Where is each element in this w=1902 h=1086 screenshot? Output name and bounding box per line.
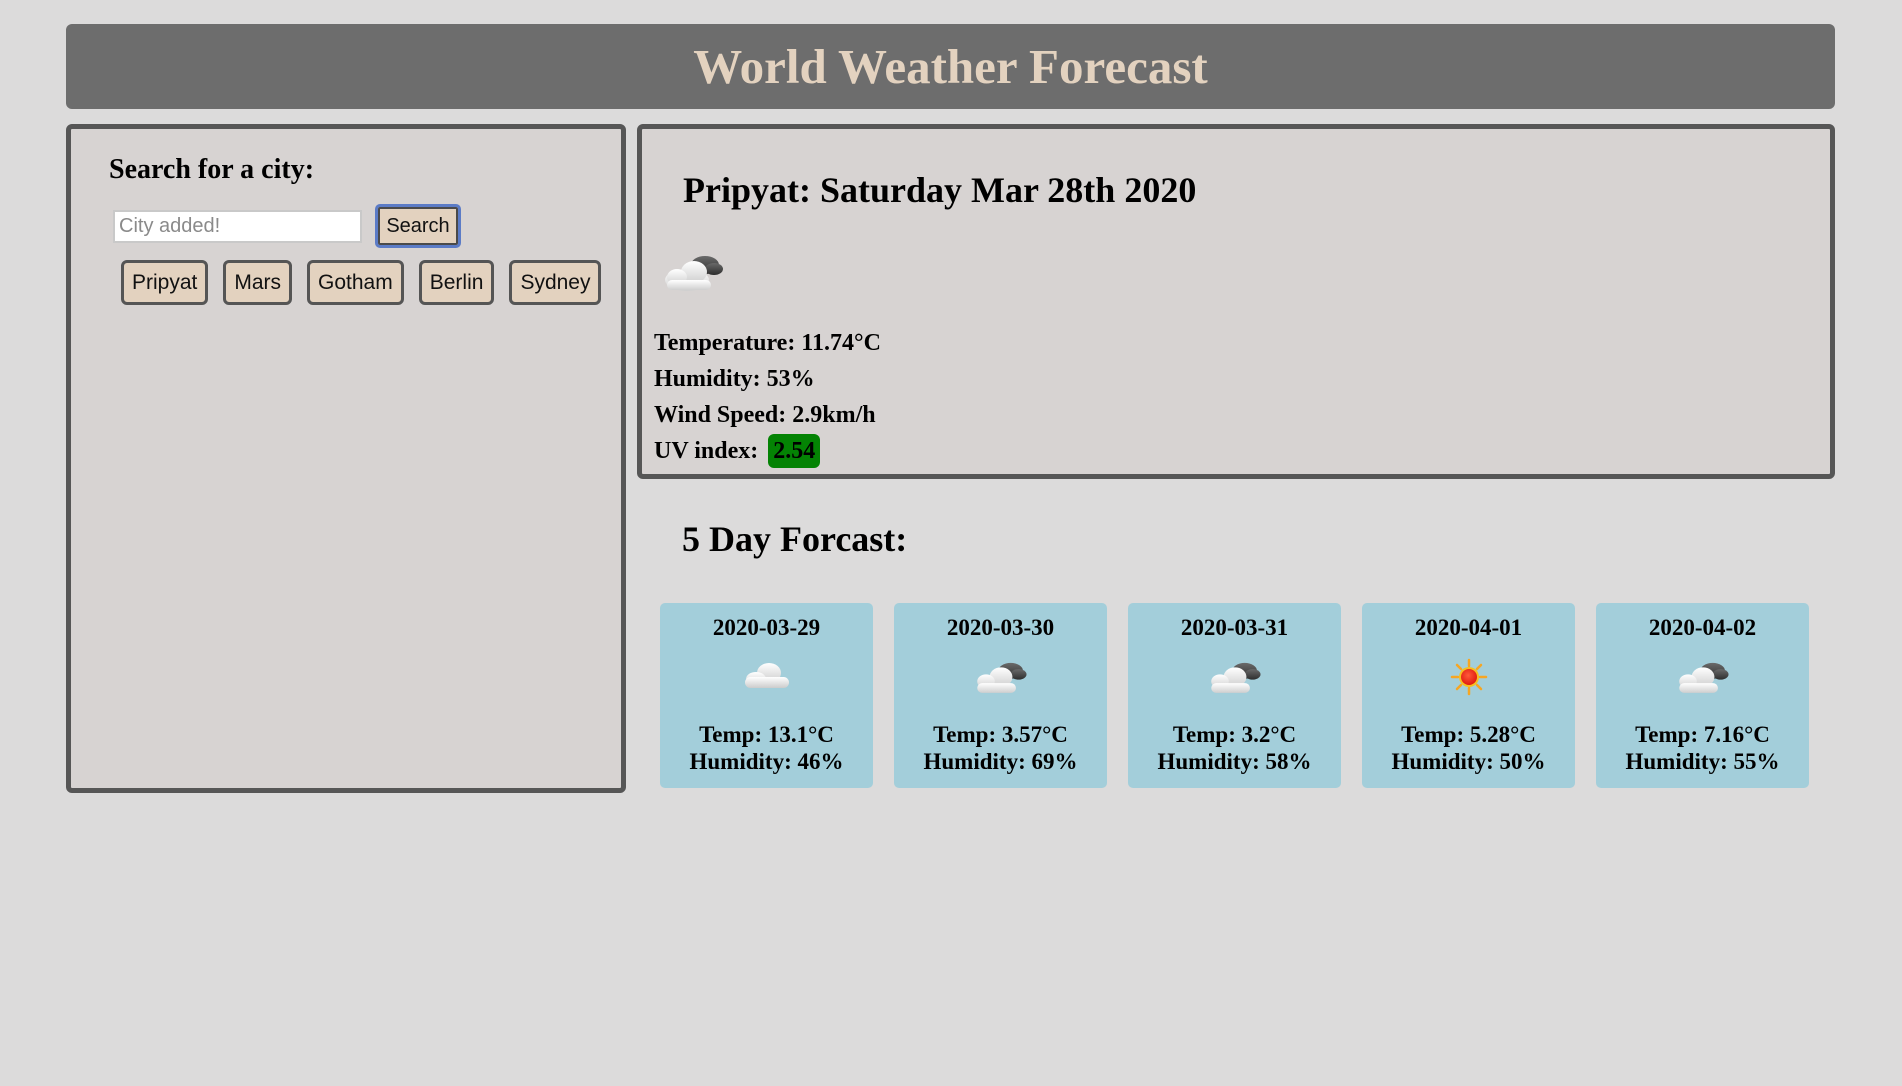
forecast-temp: Temp: 13.1°C: [699, 722, 834, 747]
search-button[interactable]: Search: [375, 204, 461, 248]
forecast-date: 2020-04-02: [1648, 615, 1757, 640]
history-city-button[interactable]: Gotham: [307, 260, 404, 305]
forecast-card: 2020-03-29 Temp: 13.1°C Humidity: 46%: [660, 603, 873, 788]
temperature-text: Temperature: 11.74°C: [654, 330, 881, 356]
page-title: World Weather Forecast: [693, 39, 1208, 94]
forecast-card: 2020-04-02 Temp: 7.16°C Humidity: 55%: [1596, 603, 1809, 788]
forecast-humidity: Humidity: 46%: [689, 749, 844, 774]
city-search-input[interactable]: [113, 210, 362, 243]
forecast-humidity: Humidity: 55%: [1625, 749, 1780, 774]
forecast-card: 2020-03-31 Temp: 3.2°C Humidity: 58%: [1128, 603, 1341, 788]
search-panel: Search for a city: Search Pripyat Mars G…: [66, 124, 626, 793]
forecast-temp: Temp: 7.16°C: [1635, 722, 1770, 747]
forecast-card: 2020-04-01 Temp: 5.28°C Humidity: 50%: [1362, 603, 1575, 788]
forecast-row: 2020-03-29 Temp: 13.1°C Humidity: 46% 20…: [660, 603, 1809, 788]
cloud-icon: [739, 655, 795, 705]
cloudy-icon: [968, 655, 1034, 705]
current-weather-panel: Pripyat: Saturday Mar 28th 2020 Temperat…: [637, 124, 1835, 479]
forecast-date: 2020-03-31: [1180, 615, 1289, 640]
history-city-button[interactable]: Mars: [223, 260, 293, 305]
history-city-button[interactable]: Sydney: [509, 260, 602, 305]
search-heading: Search for a city:: [109, 154, 315, 185]
forecast-date: 2020-04-01: [1414, 615, 1523, 640]
forecast-temp: Temp: 3.2°C: [1172, 722, 1297, 747]
cloudy-icon: [1670, 655, 1736, 705]
forecast-date: 2020-03-29: [712, 615, 821, 640]
current-stats: Temperature: 11.74°C Humidity: 53% Wind …: [654, 325, 881, 469]
humidity-text: Humidity: 53%: [654, 366, 815, 392]
current-city-date: Pripyat: Saturday Mar 28th 2020: [683, 170, 1197, 210]
forecast-heading: 5 Day Forcast:: [682, 519, 908, 559]
uv-index-label: UV index:: [654, 438, 759, 464]
forecast-temp: Temp: 3.57°C: [933, 722, 1068, 747]
cloudy-icon: [659, 247, 729, 302]
forecast-humidity: Humidity: 69%: [923, 749, 1078, 774]
page-header: World Weather Forecast: [66, 24, 1835, 109]
forecast-date: 2020-03-30: [946, 615, 1055, 640]
uv-index-row: UV index: 2.54: [654, 433, 881, 469]
sun-icon: [1447, 655, 1491, 705]
forecast-humidity: Humidity: 58%: [1157, 749, 1312, 774]
forecast-card: 2020-03-30 Temp: 3.57°C Humidity: 69%: [894, 603, 1107, 788]
uv-index-badge: 2.54: [768, 434, 821, 468]
history-city-button[interactable]: Pripyat: [121, 260, 209, 305]
forecast-humidity: Humidity: 50%: [1391, 749, 1546, 774]
wind-speed-text: Wind Speed: 2.9km/h: [654, 402, 876, 428]
history-city-button[interactable]: Berlin: [418, 260, 495, 305]
search-history: Pripyat Mars Gotham Berlin Sydney: [121, 260, 602, 305]
cloudy-icon: [1202, 655, 1268, 705]
forecast-temp: Temp: 5.28°C: [1401, 722, 1536, 747]
